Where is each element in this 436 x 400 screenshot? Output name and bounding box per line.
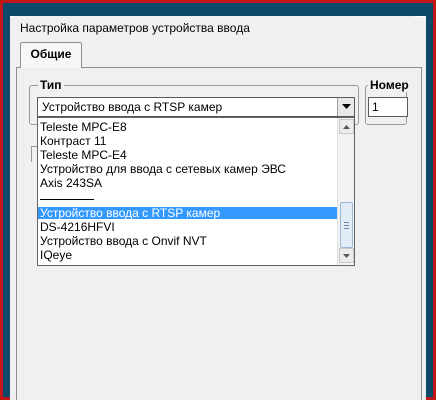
list-item-selected[interactable]: Устройство ввода с RTSP камер: [38, 207, 337, 219]
list-item[interactable]: Устройство для ввода с сетевых камер ЭВС: [38, 163, 337, 175]
list-separator: [40, 199, 94, 200]
list-item[interactable]: Устройство ввода с Onvif NVT: [38, 235, 337, 247]
scrollbar-thumb[interactable]: [340, 202, 353, 248]
list-item[interactable]: Teleste MPC-E8: [38, 121, 337, 133]
list-item[interactable]: Axis 243SA: [38, 177, 337, 189]
type-combobox-value: Устройство ввода с RTSP камер: [42, 100, 223, 114]
scroll-up-icon[interactable]: [339, 119, 354, 134]
tab-general[interactable]: Общие: [20, 42, 82, 68]
chevron-down-icon[interactable]: [337, 98, 354, 116]
list-item[interactable]: DS-4216HFVI: [38, 221, 337, 233]
type-group-label: Тип: [38, 78, 64, 92]
type-combobox[interactable]: Устройство ввода с RTSP камер: [37, 97, 355, 117]
dropdown-scrollbar[interactable]: [337, 118, 354, 265]
list-item[interactable]: Контраст 11: [38, 135, 337, 147]
list-item[interactable]: Teleste MPC-E4: [38, 149, 337, 161]
number-input[interactable]: 1: [368, 97, 408, 117]
dialog-title: Настройка параметров устройства ввода: [14, 16, 414, 40]
list-item[interactable]: IQeye: [38, 249, 337, 261]
type-dropdown-list[interactable]: Teleste MPC-E8 Контраст 11 Teleste MPC-E…: [37, 117, 355, 266]
scroll-down-icon[interactable]: [339, 248, 354, 263]
dropdown-items: Teleste MPC-E8 Контраст 11 Teleste MPC-E…: [38, 118, 337, 265]
number-group-label: Номер: [368, 78, 411, 92]
